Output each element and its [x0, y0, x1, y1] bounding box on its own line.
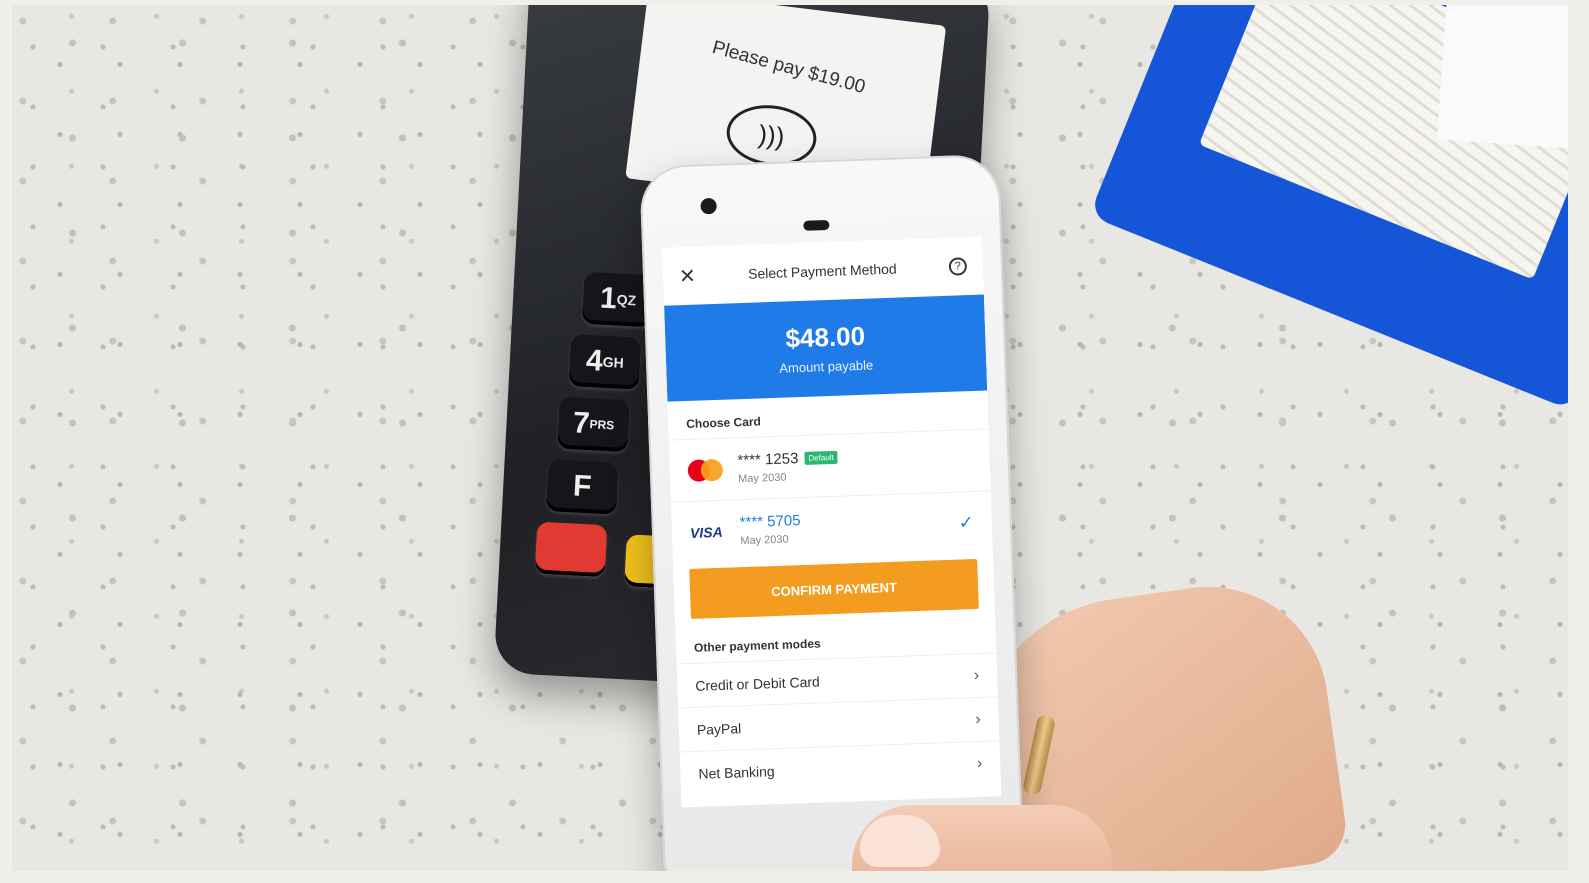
chevron-right-icon: ›	[975, 710, 981, 728]
card-expiry: May 2030	[740, 533, 789, 548]
visa-icon: VISA	[689, 523, 723, 541]
card-number: **** 1253	[737, 450, 799, 470]
keypad-cancel-key[interactable]	[534, 521, 608, 578]
keypad-key-f[interactable]: F	[545, 459, 619, 515]
chevron-right-icon: ›	[973, 666, 980, 684]
close-icon[interactable]: ✕	[679, 263, 697, 289]
amount-value: $48.00	[784, 320, 866, 354]
card-expiry: May 2030	[737, 471, 787, 486]
mastercard-icon	[687, 458, 724, 482]
help-icon[interactable]: ?	[948, 257, 968, 276]
front-camera	[700, 197, 717, 215]
photo-scene: Please pay $19.00 ))) 1 QZ 4 GH 7 PRS F ✕ S…	[12, 5, 1568, 871]
keypad-key-4[interactable]: 4 GH	[568, 334, 642, 390]
amount-label: Amount payable	[779, 357, 874, 376]
checkmark-icon: ✓	[958, 512, 975, 533]
card-option-mastercard[interactable]: **** 1253 Default May 2030	[668, 428, 991, 502]
keypad-key-7[interactable]: 7 PRS	[557, 396, 630, 453]
thumbnail	[860, 815, 940, 867]
card-number: **** 5705	[739, 512, 801, 532]
default-badge: Default	[804, 450, 838, 465]
phone-screen: ✕ Select Payment Method ? $48.00 Amount …	[662, 236, 1002, 808]
page-title: Select Payment Method	[747, 260, 897, 282]
paper-sheet	[1436, 5, 1568, 151]
terminal-message: Please pay $19.00	[709, 37, 868, 99]
card-option-visa[interactable]: VISA **** 5705 May 2030 ✓	[670, 490, 993, 564]
amount-banner: $48.00 Amount payable	[664, 294, 988, 402]
smartphone: ✕ Select Payment Method ? $48.00 Amount …	[639, 153, 1025, 871]
chevron-right-icon: ›	[976, 754, 983, 772]
earpiece-speaker	[803, 219, 830, 231]
